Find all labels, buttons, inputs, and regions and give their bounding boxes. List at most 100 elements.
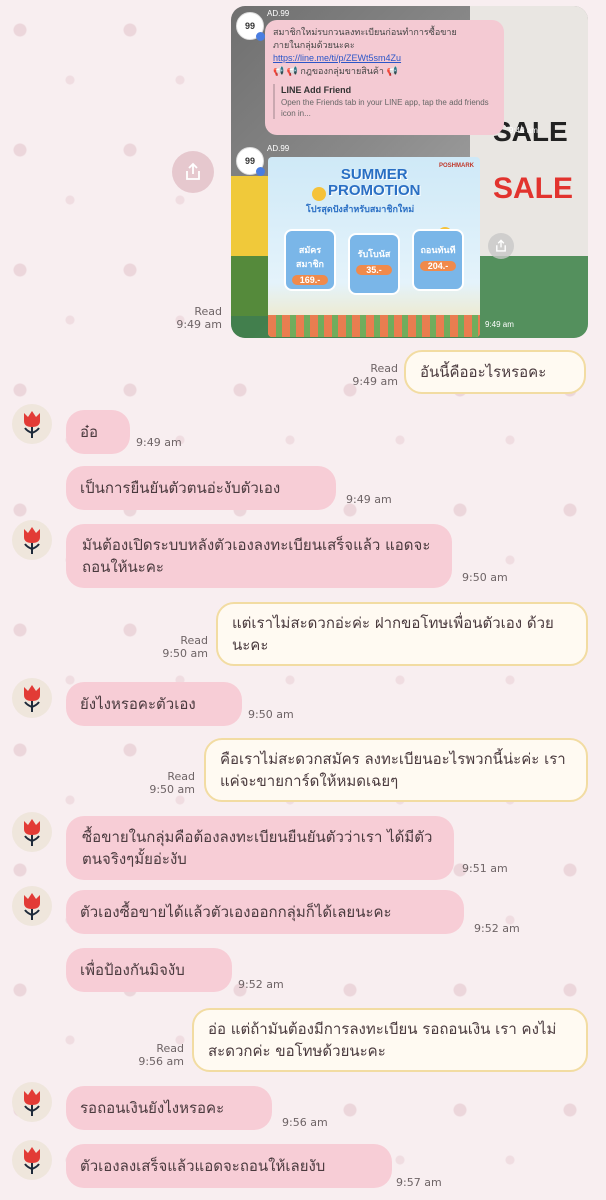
- friend-link[interactable]: https://line.me/ti/p/ZEWt5sm4Zu: [273, 52, 496, 65]
- share-button[interactable]: [172, 151, 214, 193]
- sender-name: AD.99: [267, 9, 290, 18]
- message-line: ภายในกลุ่มด้วยนะคะ: [273, 40, 355, 50]
- incoming-message[interactable]: เป็นการยืนยันตัวตนอ่ะงับตัวเอง: [66, 466, 336, 510]
- contact-avatar[interactable]: [12, 404, 52, 444]
- outgoing-message[interactable]: อันนี้คืออะไรหรอคะ: [404, 350, 586, 394]
- contact-avatar[interactable]: [12, 678, 52, 718]
- tag-label: รับโบนัส: [357, 249, 391, 259]
- read-label: Read: [156, 1042, 184, 1055]
- read-label: Read: [194, 305, 222, 318]
- sender-avatar[interactable]: 99: [236, 147, 265, 176]
- message-time: 9:56 am: [282, 1116, 328, 1129]
- tulip-icon: [24, 527, 40, 554]
- sender-name: AD.99: [267, 144, 290, 153]
- read-receipt: Read 9:49 am: [170, 305, 222, 331]
- share-icon: [496, 239, 506, 252]
- contact-avatar[interactable]: [12, 1140, 52, 1180]
- incoming-message[interactable]: รอถอนเงินยังไงหรอคะ: [66, 1086, 272, 1130]
- outgoing-message[interactable]: คือเราไม่สะดวกสมัคร ลงทะเบียนอะไรพวกนี้น…: [204, 738, 588, 802]
- message-text: ซื้อขายในกลุ่มคือต้องลงทะเบียนยืนยันตัวว…: [82, 828, 433, 868]
- message-text: ตัวเองลงเสร็จแล้วแอดจะถอนให้เลยงับ: [80, 1157, 326, 1175]
- tulip-icon: [24, 1147, 40, 1174]
- read-label: Read: [167, 770, 195, 783]
- tulip-icon: [24, 1089, 40, 1116]
- promo-tag: ถอนทันที 204.-: [412, 229, 464, 291]
- message-time: 9:49 am: [136, 436, 182, 449]
- tulip-icon: [24, 685, 40, 712]
- message-text: แต่เราไม่สะดวกอ่ะค่ะ ฝากขอโทษเพื่อนตัวเอ…: [232, 614, 554, 654]
- message-text: เป็นการยืนยันตัวตนอ่ะงับตัวเอง: [80, 479, 281, 497]
- sender-avatar[interactable]: 99: [236, 12, 265, 41]
- promo-title-line: PROMOTION: [328, 182, 421, 199]
- promo-tag: รับโบนัส 35.-: [348, 233, 400, 295]
- tulip-icon: [24, 411, 40, 438]
- message-text: คือเราไม่สะดวกสมัคร ลงทะเบียนอะไรพวกนี้น…: [220, 750, 566, 790]
- message-time: 9:56 am: [138, 1055, 184, 1068]
- tag-value: 204.-: [420, 261, 456, 271]
- message-time: 9:50 am: [162, 647, 208, 660]
- message-text: รอถอนเงินยังไงหรอคะ: [80, 1099, 225, 1117]
- tag-label: สมัครสมาชิก: [295, 245, 325, 269]
- incoming-message[interactable]: มันต้องเปิดระบบหลังตัวเองลงทะเบียนเสร็จแ…: [66, 524, 452, 588]
- promo-title: SUMMER PROMOTION: [328, 167, 421, 199]
- incoming-message[interactable]: ยังไงหรอคะตัวเอง: [66, 682, 242, 726]
- read-label: Read: [370, 362, 398, 375]
- incoming-message[interactable]: ตัวเองซื้อขายได้แล้วตัวเองออกกลุ่มก็ได้เ…: [66, 890, 464, 934]
- badge-icon: [256, 32, 265, 41]
- message-time: 9:52 am: [474, 922, 520, 935]
- contact-avatar[interactable]: [12, 886, 52, 926]
- promo-tag: สมัครสมาชิก 169.-: [284, 229, 336, 291]
- share-button[interactable]: [488, 233, 514, 259]
- tulip-icon: [24, 893, 40, 920]
- message-time: 9:50 am: [149, 783, 195, 796]
- read-receipt: Read 9:56 am: [134, 1042, 184, 1068]
- preview-title: LINE Add Friend: [281, 85, 352, 95]
- message-time: 9:57 am: [396, 1176, 442, 1189]
- incoming-message[interactable]: อ๋อ: [66, 410, 130, 454]
- read-receipt: Read 9:49 am: [348, 362, 398, 388]
- sale-label-red: SALE: [493, 172, 574, 205]
- incoming-message[interactable]: เพื่อป้องกันมิจงับ: [66, 948, 232, 992]
- contact-avatar[interactable]: [12, 520, 52, 560]
- message-time: 9:50 am: [248, 708, 294, 721]
- outgoing-message[interactable]: แต่เราไม่สะดวกอ่ะค่ะ ฝากขอโทษเพื่อนตัวเอ…: [216, 602, 588, 666]
- message-text: มันต้องเปิดระบบหลังตัวเองลงทะเบียนเสร็จแ…: [82, 536, 431, 576]
- sun-icon: [312, 187, 326, 201]
- message-text: ตัวเองซื้อขายได้แล้วตัวเองออกกลุ่มก็ได้เ…: [80, 903, 392, 921]
- promo-title-line: SUMMER: [340, 166, 408, 183]
- tag-value: 169.-: [292, 275, 328, 285]
- read-label: Read: [180, 634, 208, 647]
- outgoing-message[interactable]: อ่อ แต่ถ้ามันต้องมีการลงทะเบียน รอถอนเงิ…: [192, 1008, 588, 1072]
- message-text: อ๋อ: [80, 423, 99, 441]
- chat-area: SALE SALE 99 AD.99 สมาชิกใหม่รบกวนลงทะเบ…: [0, 0, 606, 1200]
- message-time: 9:52 am: [238, 978, 284, 991]
- share-icon: [186, 162, 200, 180]
- incoming-message[interactable]: ซื้อขายในกลุ่มคือต้องลงทะเบียนยืนยันตัวว…: [66, 816, 454, 880]
- message-text: เพื่อป้องกันมิจงับ: [80, 961, 185, 979]
- read-receipt: Read 9:50 am: [145, 770, 195, 796]
- tag-label: ถอนทันที: [420, 245, 456, 255]
- contact-avatar[interactable]: [12, 1082, 52, 1122]
- message-time: 9:49 am: [485, 320, 514, 329]
- read-receipt: Read 9:50 am: [158, 634, 208, 660]
- message-time: 9:50 am: [462, 571, 508, 584]
- message-time: 9:49 am: [176, 318, 222, 331]
- message-text: อ่อ แต่ถ้ามันต้องมีการลงทะเบียน รอถอนเงิ…: [208, 1020, 557, 1060]
- message-time: 9:51 am: [462, 862, 508, 875]
- promotion-image[interactable]: POSHMARK SUMMER PROMOTION โปรสุดปังสำหรั…: [268, 157, 480, 337]
- badge-icon: [256, 167, 265, 176]
- preview-description: Open the Friends tab in your LINE app, t…: [281, 98, 489, 118]
- flowers-decoration: [268, 315, 480, 337]
- message-text: อันนี้คืออะไรหรอคะ: [420, 363, 547, 381]
- link-preview[interactable]: LINE Add Friend Open the Friends tab in …: [273, 84, 496, 119]
- message-time: 9:49 am: [346, 493, 392, 506]
- rules-line: 📢 📢 กฎของกลุ่มขายสินค้า 📢: [273, 66, 398, 76]
- promo-subtitle: โปรสุดปังสำหรับสมาชิกใหม่: [306, 204, 415, 214]
- contact-avatar[interactable]: [12, 812, 52, 852]
- forwarded-message-card[interactable]: SALE SALE 99 AD.99 สมาชิกใหม่รบกวนลงทะเบ…: [231, 6, 588, 338]
- incoming-message[interactable]: ตัวเองลงเสร็จแล้วแอดจะถอนให้เลยงับ: [66, 1144, 392, 1188]
- message-time: 9:49 am: [352, 375, 398, 388]
- tag-value: 35.-: [356, 265, 392, 275]
- text-message[interactable]: สมาชิกใหม่รบกวนลงทะเบียนก่อนทำการซื้อขาย…: [265, 20, 504, 135]
- tulip-icon: [24, 819, 40, 846]
